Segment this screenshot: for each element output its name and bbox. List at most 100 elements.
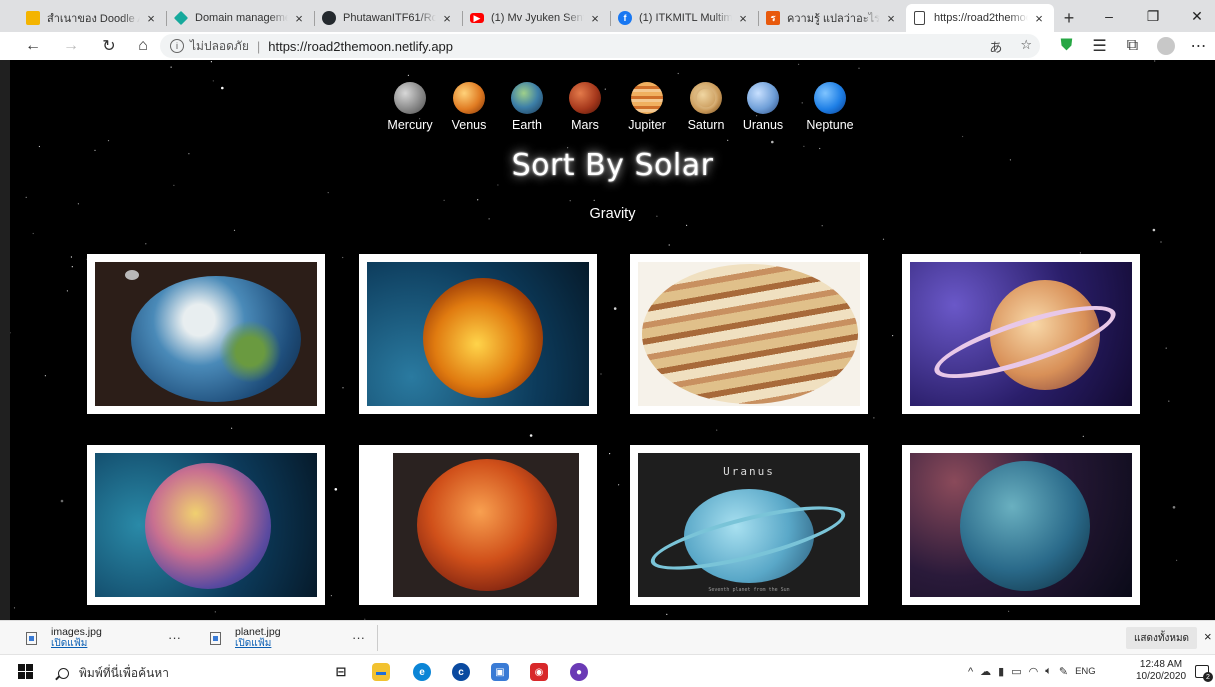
- tab-doodle-astro[interactable]: สำเนาของ Doodle Astro ×: [18, 4, 166, 32]
- nav-mars[interactable]: Mars: [567, 82, 603, 132]
- planet-card-neptune[interactable]: [902, 445, 1140, 605]
- more-icon[interactable]: ···: [352, 630, 365, 645]
- star: [32, 232, 34, 235]
- saturn-icon: [690, 82, 722, 114]
- close-icon[interactable]: ×: [884, 11, 898, 26]
- github-desktop-icon[interactable]: ●: [570, 663, 588, 681]
- planet-card-earth[interactable]: [87, 254, 325, 414]
- task-view-icon[interactable]: ⊟: [332, 663, 350, 681]
- show-all-downloads-button[interactable]: แสดงทั้งหมด: [1126, 627, 1197, 649]
- new-tab-button[interactable]: +: [1054, 4, 1084, 32]
- nav-neptune[interactable]: Neptune: [805, 82, 855, 132]
- more-options-icon[interactable]: ⋯: [1182, 32, 1215, 60]
- star: [727, 139, 729, 141]
- nav-mercury[interactable]: Mercury: [385, 82, 435, 132]
- volume-icon[interactable]: 🔈︎: [1045, 665, 1052, 678]
- onedrive-icon[interactable]: ☁: [980, 665, 991, 678]
- battery-icon[interactable]: ▭: [1011, 665, 1021, 678]
- planet-card-mars[interactable]: [359, 445, 597, 605]
- url-text[interactable]: https://road2themoon.netlify.app: [268, 39, 453, 54]
- more-icon[interactable]: ···: [168, 630, 181, 645]
- tab-label: (1) Mv Jyuken Sentai G: [491, 12, 584, 24]
- close-icon[interactable]: ×: [736, 11, 750, 26]
- tab-dictionary[interactable]: ร ความรู้ แปลว่าอะไร ดูความ ×: [758, 4, 906, 32]
- nav-saturn[interactable]: Saturn: [683, 82, 729, 132]
- taskbar-clock[interactable]: 12:48 AM 10/20/2020: [1136, 659, 1186, 683]
- windows-start-icon[interactable]: [18, 664, 34, 680]
- profile-avatar[interactable]: [1149, 32, 1182, 60]
- edge-icon[interactable]: e: [413, 663, 431, 681]
- browser-toolbar: ← → ↻ ⌂ i ไม่ปลอดภัย | https://road2them…: [0, 32, 1215, 60]
- close-icon[interactable]: ×: [1032, 11, 1046, 26]
- download-item-images[interactable]: images.jpg เปิดแฟ้ม ···: [26, 624, 186, 652]
- nav-venus[interactable]: Venus: [449, 82, 489, 132]
- tab-domain-management[interactable]: Domain management ×: [166, 4, 314, 32]
- close-icon[interactable]: ×: [440, 11, 454, 26]
- forward-icon[interactable]: →: [56, 32, 86, 60]
- nav-label: Jupiter: [628, 118, 666, 132]
- star: [668, 244, 670, 246]
- taskbar-search[interactable]: พิมพ์ที่นี่เพื่อค้นหา: [58, 664, 169, 683]
- tab-road2themoon[interactable]: https://road2themoon ×: [906, 4, 1054, 32]
- dictionary-icon: ร: [766, 11, 780, 25]
- star: [210, 61, 212, 63]
- file-explorer-icon[interactable]: ▬: [372, 663, 390, 681]
- star: [593, 199, 595, 201]
- tab-youtube[interactable]: ▶ (1) Mv Jyuken Sentai G ×: [462, 4, 610, 32]
- address-bar[interactable]: i ไม่ปลอดภัย | https://road2themoon.netl…: [160, 34, 1040, 58]
- usb-icon[interactable]: ▮: [998, 665, 1004, 678]
- star: [71, 266, 73, 268]
- download-item-planet[interactable]: planet.jpg เปิดแฟ้ม ···: [210, 624, 370, 652]
- github-icon: [322, 11, 336, 25]
- red-app-icon[interactable]: ◉: [530, 663, 548, 681]
- nav-jupiter[interactable]: Jupiter: [625, 82, 669, 132]
- planet-card-jupiter[interactable]: [630, 254, 868, 414]
- planet-card-mercury[interactable]: [87, 445, 325, 605]
- shield-extension-icon[interactable]: ⛊: [1050, 32, 1083, 60]
- search-placeholder: พิมพ์ที่นี่เพื่อค้นหา: [79, 666, 169, 680]
- nav-uranus[interactable]: Uranus: [743, 82, 783, 132]
- star: [677, 72, 679, 75]
- security-status[interactable]: ไม่ปลอดภัย: [190, 37, 249, 56]
- chevron-up-icon[interactable]: ^: [968, 666, 973, 678]
- refresh-icon[interactable]: ↻: [94, 32, 124, 60]
- favorites-icon[interactable]: ☰: [1083, 32, 1116, 60]
- star: [327, 192, 329, 194]
- language-indicator[interactable]: ENG: [1075, 666, 1096, 677]
- image-file-icon: [26, 631, 37, 645]
- window-close-icon[interactable]: ✕: [1174, 0, 1215, 32]
- home-icon[interactable]: ⌂: [128, 32, 158, 60]
- read-aloud-icon[interactable]: あ: [989, 37, 1002, 56]
- wifi-icon[interactable]: ◠: [1029, 665, 1039, 678]
- star: [798, 63, 800, 65]
- planet-card-venus[interactable]: [359, 254, 597, 414]
- close-icon[interactable]: ×: [588, 11, 602, 26]
- minimize-icon[interactable]: –: [1086, 0, 1132, 32]
- close-icon[interactable]: ×: [144, 11, 158, 26]
- nav-label: Earth: [512, 118, 542, 132]
- pen-icon[interactable]: ✎: [1059, 665, 1068, 678]
- close-icon[interactable]: ×: [1204, 629, 1212, 644]
- star: [771, 140, 774, 144]
- circle-app-icon[interactable]: c: [452, 663, 470, 681]
- tab-github[interactable]: PhutawanITF61/Road2 ×: [314, 4, 462, 32]
- restore-icon[interactable]: ❐: [1130, 0, 1176, 32]
- star: [173, 184, 175, 186]
- info-icon[interactable]: i: [170, 39, 184, 53]
- sort-label[interactable]: Gravity: [10, 206, 1215, 222]
- photos-app-icon[interactable]: ▣: [491, 663, 509, 681]
- back-icon[interactable]: ←: [18, 32, 48, 60]
- notification-center-icon[interactable]: 2: [1195, 665, 1213, 682]
- open-file-link[interactable]: เปิดแฟ้ม: [235, 638, 281, 650]
- close-icon[interactable]: ×: [292, 11, 306, 26]
- nav-earth[interactable]: Earth: [507, 82, 547, 132]
- neptune-icon: [814, 82, 846, 114]
- star: [618, 484, 620, 486]
- tab-facebook[interactable]: f (1) ITKMITL Multimedia ×: [610, 4, 758, 32]
- planet-card-saturn[interactable]: [902, 254, 1140, 414]
- planet-card-uranus[interactable]: Uranus Seventh planet from the Sun: [630, 445, 868, 605]
- favorite-star-icon[interactable]: ☆: [1020, 37, 1032, 56]
- open-file-link[interactable]: เปิดแฟ้ม: [51, 638, 102, 650]
- nav-label: Neptune: [806, 118, 854, 132]
- collections-icon[interactable]: ⧉: [1116, 32, 1149, 60]
